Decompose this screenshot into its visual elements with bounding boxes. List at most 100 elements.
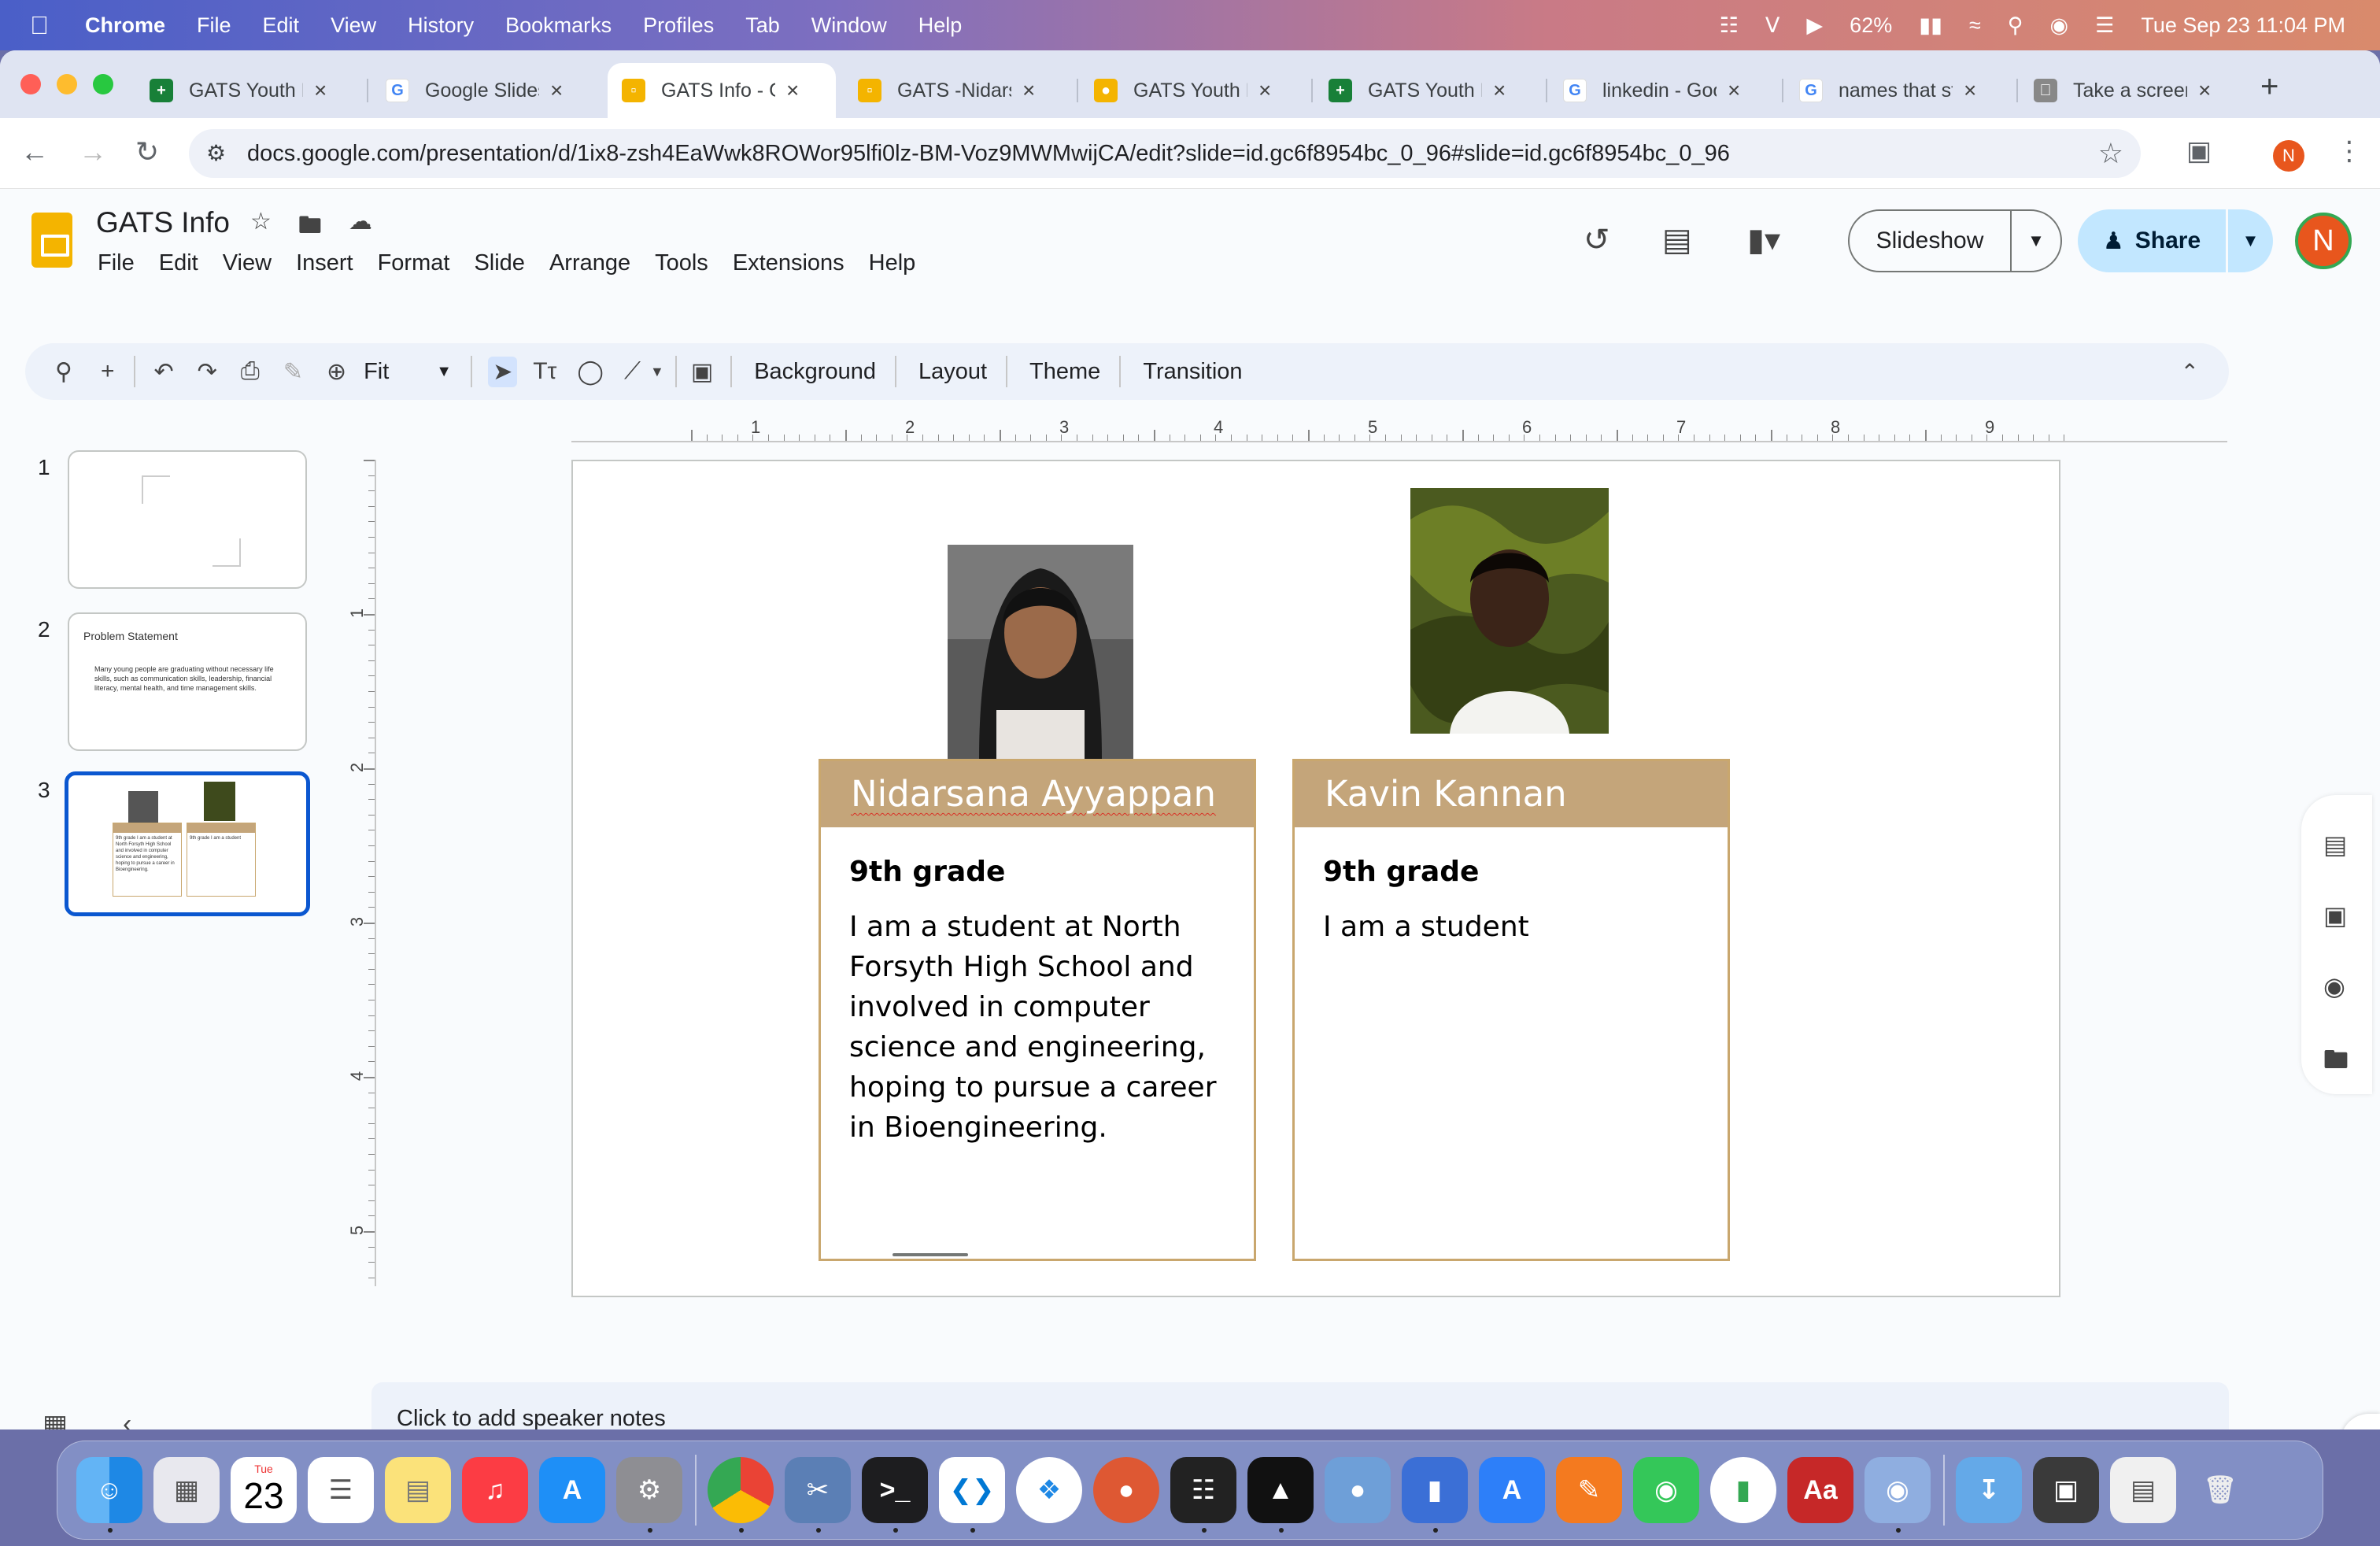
- line-icon[interactable]: ⟋: [624, 358, 641, 385]
- close-tab-icon[interactable]: ×: [1493, 78, 1506, 103]
- redo-icon[interactable]: ↷: [198, 358, 217, 386]
- student-card-1[interactable]: Nidarsana Ayyappan 9th grade I am a stud…: [819, 759, 1256, 1261]
- pen-app-icon[interactable]: ✎: [1556, 1457, 1622, 1523]
- menu-view[interactable]: View: [223, 250, 272, 276]
- notes-app-icon[interactable]: ▤: [385, 1457, 451, 1523]
- screen-share-icon[interactable]: ●: [1325, 1457, 1391, 1523]
- tasks-icon[interactable]: ▣: [2323, 901, 2347, 930]
- student-grade[interactable]: 9th grade: [849, 856, 1254, 888]
- transition-button[interactable]: Transition: [1143, 359, 1242, 385]
- battery-icon[interactable]: ▮▮: [1919, 13, 1942, 38]
- menu-app-name[interactable]: Chrome: [85, 13, 165, 38]
- browser-tab[interactable]: G names that st ×: [1785, 63, 1990, 118]
- slideshow-button[interactable]: Slideshow ▼: [1848, 209, 2062, 272]
- close-window-button[interactable]: [20, 74, 41, 94]
- student-name-header[interactable]: Nidarsana Ayyappan: [821, 761, 1254, 827]
- browser-tab[interactable]: + GATS Youth L ×: [1314, 63, 1520, 118]
- close-tab-icon[interactable]: ×: [1728, 78, 1740, 103]
- vpn-icon[interactable]: ☷: [1720, 13, 1739, 38]
- browser-tab[interactable]:  Take a screen ×: [2020, 63, 2225, 118]
- collapse-toolbar-icon[interactable]: ⌃: [2181, 359, 2199, 385]
- student-bio[interactable]: I am a student: [1323, 907, 1704, 947]
- slide-thumbnail-3-selected[interactable]: 9th grade I am a student at North Forsyt…: [65, 771, 310, 916]
- back-arrow-icon[interactable]: ←: [20, 135, 49, 168]
- background-button[interactable]: Background: [754, 359, 876, 385]
- bookmark-star-icon[interactable]: ☆: [2098, 137, 2123, 170]
- trash-icon[interactable]: 🗑: [2187, 1457, 2253, 1523]
- apple-menu-icon[interactable]: : [30, 11, 58, 40]
- new-tab-icon[interactable]: +: [2260, 69, 2278, 105]
- slides-logo-icon[interactable]: [31, 213, 72, 268]
- site-settings-icon[interactable]: ⚙: [206, 140, 226, 166]
- menu-extensions[interactable]: Extensions: [733, 250, 844, 276]
- menu-history[interactable]: History: [408, 13, 474, 38]
- close-tab-icon[interactable]: ×: [1964, 78, 1976, 103]
- menu-tools[interactable]: Tools: [655, 250, 708, 276]
- browser-tab-active[interactable]: ▫ GATS Info - G ×: [608, 63, 836, 118]
- reminders-icon[interactable]: ☰: [308, 1457, 374, 1523]
- student-grade[interactable]: 9th grade: [1323, 856, 1728, 888]
- contacts-icon[interactable]: ◉: [2323, 971, 2345, 1001]
- battery-percent[interactable]: 62%: [1850, 13, 1892, 38]
- share-button[interactable]: ♟ Share ▼: [2078, 209, 2273, 272]
- layout-button[interactable]: Layout: [918, 359, 987, 385]
- new-slide-icon[interactable]: +: [101, 358, 115, 385]
- vertical-ruler[interactable]: 1 2 3 4 5: [347, 460, 376, 1286]
- browser-tab[interactable]: G Google Slides ×: [371, 63, 577, 118]
- browser-tab[interactable]: ▫ GATS -Nidars ×: [844, 63, 1049, 118]
- siri-icon[interactable]: ◉: [2050, 13, 2069, 38]
- move-folder-icon[interactable]: 🖿: [298, 208, 322, 248]
- version-history-icon[interactable]: ↺: [1584, 222, 1610, 258]
- app-store-icon[interactable]: A: [539, 1457, 605, 1523]
- student-bio[interactable]: I am a student at North Forsyth High Sch…: [849, 907, 1230, 1148]
- url-text[interactable]: docs.google.com/presentation/d/1ix8-zsh4…: [247, 141, 1730, 167]
- line-dropdown-icon[interactable]: ▼: [650, 364, 664, 380]
- slideshow-dropdown-icon[interactable]: ▼: [2012, 231, 2060, 251]
- menu-help[interactable]: Help: [918, 13, 963, 38]
- close-tab-icon[interactable]: ×: [2198, 78, 2211, 103]
- notes-resize-handle[interactable]: [893, 1253, 968, 1256]
- student-name-header[interactable]: Kavin Kannan: [1295, 761, 1728, 827]
- cloud-saved-icon[interactable]: ☁: [349, 208, 372, 248]
- bluetooth-icon[interactable]: ᐯ: [1765, 13, 1779, 38]
- close-tab-icon[interactable]: ×: [1258, 78, 1271, 103]
- meet-camera-icon[interactable]: ▮▾: [1747, 222, 1780, 258]
- clock[interactable]: Tue Sep 23 11:04 PM: [2141, 13, 2345, 38]
- menu-insert[interactable]: Insert: [296, 250, 353, 276]
- share-dropdown-icon[interactable]: ▼: [2228, 231, 2273, 251]
- shape-icon[interactable]: ◯: [577, 358, 604, 386]
- minimize-window-button[interactable]: [57, 74, 77, 94]
- menu-help[interactable]: Help: [869, 250, 916, 276]
- menu-file[interactable]: File: [98, 250, 135, 276]
- close-tab-icon[interactable]: ×: [786, 78, 799, 103]
- zoom-select[interactable]: Fit ▼: [364, 359, 452, 385]
- reload-icon[interactable]: ↻: [135, 135, 159, 168]
- control-center-icon[interactable]: ☰: [2095, 13, 2114, 38]
- undo-icon[interactable]: ↶: [154, 358, 174, 386]
- text-box-icon[interactable]: Tτ: [533, 358, 556, 385]
- zoom-icon[interactable]: ⊕: [327, 358, 346, 386]
- screenshot-tool-icon[interactable]: ✂: [785, 1457, 851, 1533]
- android-studio-icon[interactable]: ▮: [1710, 1457, 1776, 1523]
- speaker-notes[interactable]: Click to add speaker notes: [371, 1382, 2229, 1429]
- recent-screenshot-icon[interactable]: ▣: [2033, 1457, 2099, 1523]
- docker-icon[interactable]: ◉: [1864, 1457, 1931, 1533]
- recent-document-icon[interactable]: ▤: [2110, 1457, 2176, 1523]
- student-photo-2[interactable]: [1410, 488, 1609, 734]
- music-icon[interactable]: ♫: [462, 1457, 528, 1523]
- browser-tab[interactable]: + GATS Youth Le ×: [135, 63, 341, 118]
- keep-icon[interactable]: ▤: [2323, 830, 2347, 860]
- profile-avatar-small[interactable]: N: [2273, 140, 2304, 172]
- address-bar[interactable]: ⚙ docs.google.com/presentation/d/1ix8-zs…: [189, 129, 2141, 178]
- system-settings-icon[interactable]: ⚙: [616, 1457, 682, 1533]
- close-tab-icon[interactable]: ×: [314, 78, 327, 103]
- add-comment-icon[interactable]: ▣: [691, 358, 713, 386]
- print-icon[interactable]: ⎙: [241, 358, 260, 385]
- duckduckgo-icon[interactable]: ●: [1093, 1457, 1159, 1523]
- menu-profiles[interactable]: Profiles: [643, 13, 714, 38]
- comments-icon[interactable]: ▤: [1662, 222, 1692, 258]
- student-photo-1[interactable]: [948, 545, 1133, 759]
- menu-slide[interactable]: Slide: [474, 250, 525, 276]
- menu-window[interactable]: Window: [811, 13, 887, 38]
- vpn-app-icon[interactable]: ☷: [1170, 1457, 1236, 1533]
